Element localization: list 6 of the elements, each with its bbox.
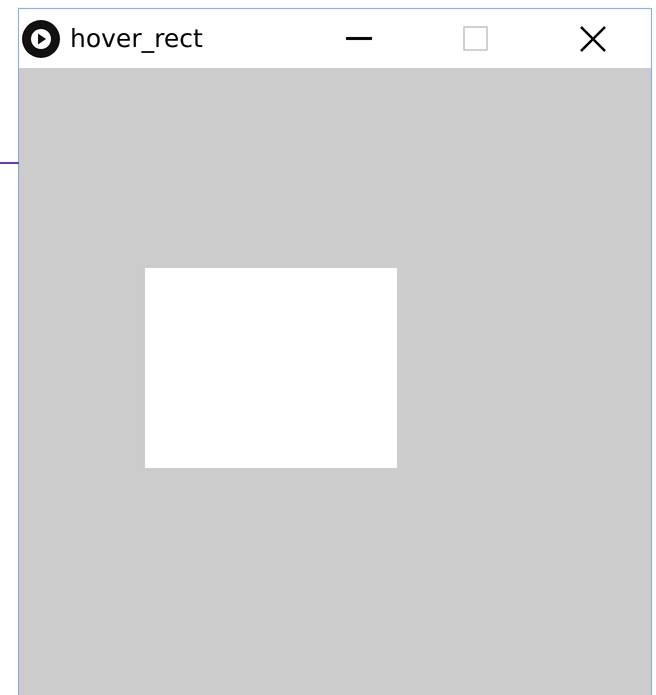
maximize-icon bbox=[463, 26, 488, 51]
close-icon bbox=[580, 26, 606, 52]
play-icon bbox=[22, 20, 60, 58]
minimize-icon bbox=[346, 36, 372, 40]
window-title: hover_rect bbox=[70, 24, 204, 53]
guide-line bbox=[0, 162, 19, 164]
